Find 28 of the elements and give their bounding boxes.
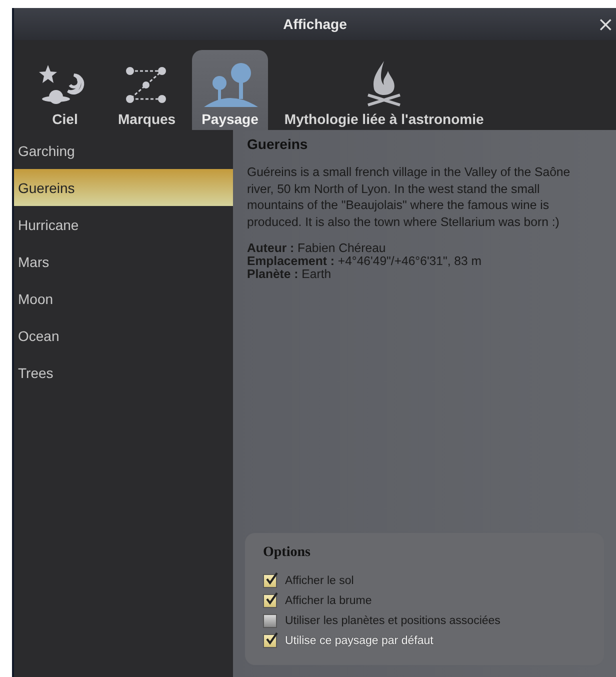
checkbox[interactable] (263, 574, 277, 588)
checkbox-label: Afficher la brume (285, 595, 372, 607)
info-line: Planète : Earth (247, 268, 332, 281)
description-text: Guéreins is a small french village in the Valley of the Saône river, 50 km North of Lyon. In the west stand the small mountains of the "Beaujolais" where the famous wine is produced. It is also the town where Stellarium was born :) (247, 164, 572, 230)
window-title: Affichage (283, 16, 347, 32)
landscape-title: Guereins (247, 136, 309, 152)
info-line: Auteur : Fabien Chéreau (247, 242, 387, 255)
checkbox-label: Utilise ce paysage par défaut (285, 635, 434, 647)
list-item[interactable]: Trees (14, 354, 233, 391)
checkbox[interactable] (263, 594, 277, 608)
tab[interactable]: Paysage (192, 50, 268, 130)
info-line: Emplacement : +4°46'49"/+46°6'31", 83 m (247, 255, 483, 268)
list-item[interactable]: Ocean (14, 317, 233, 354)
tab[interactable]: Ciel (28, 50, 102, 130)
options-title: Options (263, 545, 312, 561)
checkbox[interactable] (263, 634, 277, 648)
list-item[interactable]: Guereins (14, 169, 233, 206)
list-item[interactable]: Garching (14, 132, 233, 169)
list-item[interactable]: Moon (14, 280, 233, 317)
trees-on-hill-icon (202, 61, 258, 107)
tab[interactable]: Marques (108, 50, 186, 130)
checkbox-label: Afficher le sol (285, 575, 354, 587)
checkbox[interactable] (263, 614, 277, 628)
list-item[interactable]: Hurricane (14, 206, 233, 243)
list-item[interactable]: Mars (14, 243, 233, 280)
close-button[interactable]: × (597, 12, 614, 36)
tab[interactable]: Mythologie liée à l'astronomie (274, 50, 494, 130)
checkbox-label: Utiliser les planètes et positions associées (285, 615, 500, 627)
